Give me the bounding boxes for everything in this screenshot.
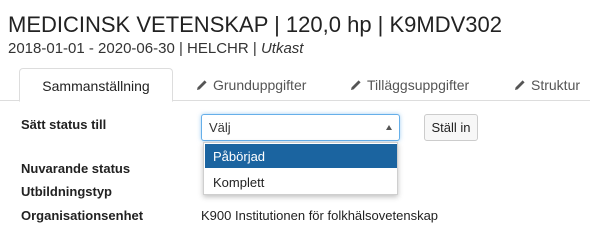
subtitle-dates: 2018-01-01 - 2020-06-30 | HELCHR | [8,40,257,57]
tab-label: Struktur [531,77,581,93]
set-status-label: Sätt status till [21,117,107,132]
tab-sammanstallning[interactable]: Sammanställning [19,68,173,102]
org-unit-value: K900 Institutionen för folkhälsovetenska… [201,208,439,223]
status-select[interactable]: Välj [201,114,400,141]
option-komplett[interactable]: Komplett [205,170,397,194]
tab-label: Sammanställning [42,78,150,94]
tab-grunduppgifter[interactable]: Grunduppgifter [196,68,306,101]
org-unit-label: Organisationsenhet [21,208,144,223]
apply-status-button[interactable]: Ställ in [424,114,478,141]
current-status-label: Nuvarande status [21,161,131,176]
page-subtitle: 2018-01-01 - 2020-06-30 | HELCHR | Utkas… [8,40,303,57]
select-value: Välj [209,120,231,135]
page-title: MEDICINSK VETENSKAP | 120,0 hp | K9MDV30… [8,12,503,37]
option-paborjad[interactable]: Påbörjad [205,144,397,168]
tab-bar: Sammanställning Grunduppgifter Tilläggsu… [0,68,590,102]
caret-up-icon [386,125,392,130]
tab-tillaggsuppgifter[interactable]: Tilläggsuppgifter [350,68,469,101]
tab-label: Grunduppgifter [213,77,307,93]
tab-label: Tilläggsuppgifter [367,77,470,93]
status-dropdown-menu: Påbörjad Komplett [203,142,398,195]
pencil-icon [514,78,526,94]
tab-struktur[interactable]: Struktur [514,68,580,101]
pencil-icon [350,78,362,94]
status-text: Utkast [260,40,304,57]
education-type-label: Utbildningstyp [21,184,112,199]
pencil-icon [196,78,208,94]
